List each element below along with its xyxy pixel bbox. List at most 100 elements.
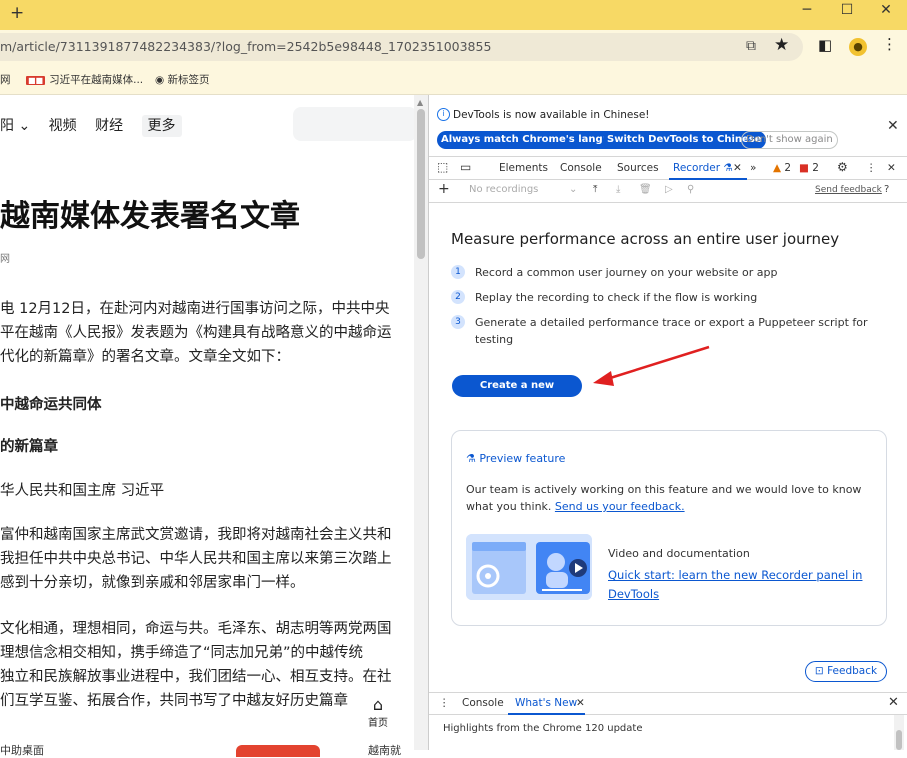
preview-feature-card: ⚗ Preview feature Our team is actively w… bbox=[451, 430, 887, 626]
drawer-tab-console[interactable]: Console bbox=[462, 697, 504, 709]
article-paragraph: 文化相通，理想相同，命运与共。毛泽东、胡志明等两党两国 bbox=[0, 621, 392, 637]
drawer-tab-whats-new[interactable]: What's New bbox=[515, 697, 577, 709]
bookmark-item[interactable]: 网 bbox=[0, 72, 11, 87]
recordings-select[interactable]: No recordings bbox=[469, 184, 538, 195]
browser-toolbar: m/article/7311391877482234383/?log_from=… bbox=[0, 30, 907, 63]
create-recording-button[interactable]: Create a new recording bbox=[452, 375, 582, 413]
feedback-button[interactable]: ⊡ Feedback bbox=[805, 661, 887, 682]
tab-console[interactable]: Console bbox=[560, 162, 602, 174]
performance-icon[interactable]: ⚲ bbox=[687, 184, 694, 195]
bookmarks-bar: 网 ■■ 习近平在越南媒体... ◉ 新标签页 bbox=[0, 63, 907, 95]
warning-count: 2 bbox=[784, 162, 792, 174]
site-nav: 阳 ⌄ 视频 财经 更多 bbox=[0, 115, 196, 137]
bottom-left-text[interactable]: 中助桌面 bbox=[0, 744, 44, 757]
close-infobar-icon[interactable]: ✕ bbox=[887, 118, 899, 134]
infobar-text: DevTools is now available in Chinese! bbox=[453, 109, 650, 121]
errors-counter[interactable]: ■ 2 bbox=[799, 162, 819, 174]
drawer-scrollbar[interactable] bbox=[894, 715, 904, 750]
address-bar[interactable]: m/article/7311391877482234383/?log_from=… bbox=[0, 33, 803, 61]
import-icon[interactable]: ⤒ bbox=[593, 184, 597, 195]
nav-more[interactable]: 更多 bbox=[141, 115, 182, 137]
whats-new-highlights: Highlights from the Chrome 120 update bbox=[443, 723, 643, 734]
close-devtools-icon[interactable]: ✕ bbox=[887, 162, 896, 174]
site-favicon-icon: ■■ bbox=[26, 76, 46, 85]
bookmark-label: 新标签页 bbox=[167, 74, 210, 86]
language-infobar: i DevTools is now available in Chinese! … bbox=[429, 95, 907, 155]
page-bottom-bar: 中助桌面 越南就 bbox=[0, 742, 401, 758]
new-tab-button[interactable]: + bbox=[10, 3, 24, 23]
feedback-label: Feedback bbox=[827, 665, 878, 677]
device-toolbar-icon[interactable]: ▭ bbox=[460, 160, 471, 174]
bookmark-star-icon[interactable]: ★ bbox=[774, 35, 789, 55]
drawer-active-indicator bbox=[508, 713, 585, 715]
article-paragraph: 理想信念相交相知，携手缔造了“同志加兄弟”的中越传统 bbox=[0, 645, 364, 661]
profile-avatar-icon[interactable]: ● bbox=[849, 38, 867, 56]
dont-show-again-button[interactable]: Don't show again bbox=[741, 131, 838, 149]
article-author: 华人民共和国主席 习近平 bbox=[0, 483, 165, 499]
quick-start-link[interactable]: Quick start: learn the new Recorder pane… bbox=[608, 566, 878, 604]
warnings-counter[interactable]: ▲ 2 bbox=[773, 162, 791, 174]
reading-mode-icon[interactable]: ◧ bbox=[818, 36, 832, 54]
web-page: 阳 ⌄ 视频 财经 更多 越南媒体发表署名文章 网 电 12月12日，在赴河内对… bbox=[0, 95, 428, 750]
delete-icon[interactable]: 🗑 bbox=[639, 184, 652, 195]
preview-description: Our team is actively working on this fea… bbox=[466, 481, 876, 515]
maximize-button[interactable]: ☐ bbox=[827, 2, 867, 18]
article-paragraph: 感到十分亲切，就像到亲戚和邻居家串门一样。 bbox=[0, 575, 305, 591]
devtools-menu-icon[interactable]: ⋮ bbox=[866, 162, 877, 174]
video-doc-title: Video and documentation bbox=[608, 547, 750, 560]
scroll-up-icon[interactable]: ▲ bbox=[417, 98, 423, 107]
more-tabs-button[interactable]: » bbox=[750, 162, 756, 174]
preview-feature-label: Preview feature bbox=[479, 452, 566, 465]
settings-gear-icon[interactable]: ⚙ bbox=[837, 160, 848, 174]
bookmark-label: 习近平在越南媒体... bbox=[49, 74, 144, 86]
error-count: 2 bbox=[812, 162, 819, 174]
article-paragraph: 我担任中共中央总书记、中华人民共和国主席以来第三次踏上 bbox=[0, 551, 392, 567]
article-headline: 越南媒体发表署名文章 bbox=[0, 199, 300, 234]
site-search-input[interactable] bbox=[293, 107, 417, 141]
page-scrollbar[interactable]: ▲ bbox=[414, 95, 428, 750]
close-drawer-icon[interactable]: ✕ bbox=[888, 695, 899, 710]
bookmark-item[interactable]: ■■ 习近平在越南媒体... bbox=[26, 72, 143, 87]
nav-item[interactable]: 视频 bbox=[49, 118, 77, 134]
article-source: 网 bbox=[0, 254, 10, 265]
close-window-button[interactable]: ✕ bbox=[866, 2, 906, 18]
add-recording-icon[interactable]: + bbox=[438, 181, 450, 197]
devtools-tabbar: ⬚ ▭ Elements Console Sources Recorder ⚗ … bbox=[429, 156, 907, 180]
article-paragraph: 们互学互鉴、拓展合作，共同书写了中越友好历史篇章 bbox=[0, 693, 348, 709]
tab-recorder[interactable]: Recorder ⚗ bbox=[673, 162, 733, 174]
chevron-down-icon[interactable]: ⌄ bbox=[569, 184, 577, 195]
home-float-button[interactable]: ⌂ 首页 bbox=[358, 695, 398, 735]
url-text: m/article/7311391877482234383/?log_from=… bbox=[0, 39, 492, 54]
tab-sources[interactable]: Sources bbox=[617, 162, 659, 174]
replay-icon[interactable]: ▷ bbox=[665, 184, 673, 195]
inspect-element-icon[interactable]: ⬚ bbox=[437, 160, 448, 174]
info-icon: i bbox=[437, 108, 450, 121]
nav-item[interactable]: 阳 ⌄ bbox=[0, 118, 30, 134]
drawer-scroll-thumb[interactable] bbox=[896, 730, 902, 750]
drawer-menu-icon[interactable]: ⋮ bbox=[439, 697, 450, 709]
close-recorder-tab-icon[interactable]: ✕ bbox=[733, 162, 742, 174]
menu-kebab-icon[interactable]: ⋮ bbox=[882, 35, 897, 53]
tab-elements[interactable]: Elements bbox=[499, 162, 548, 174]
export-icon[interactable]: ⤓ bbox=[616, 184, 620, 195]
send-feedback-link[interactable]: Send us your feedback. bbox=[555, 500, 685, 513]
bookmark-item[interactable]: ◉ 新标签页 bbox=[155, 72, 210, 87]
recorder-title: Measure performance across an entire use… bbox=[451, 230, 840, 248]
cast-icon[interactable]: ⧉ bbox=[746, 38, 756, 54]
flask-icon: ⚗ bbox=[466, 452, 480, 465]
step-text: Record a common user journey on your web… bbox=[475, 266, 778, 279]
send-feedback-link[interactable]: Send feedback bbox=[815, 185, 882, 195]
recorder-step: 1 Record a common user journey on your we… bbox=[451, 264, 875, 281]
video-thumbnail[interactable] bbox=[466, 534, 592, 600]
step-text: Replay the recording to check if the flo… bbox=[475, 291, 758, 304]
warning-icon: ▲ bbox=[773, 162, 782, 174]
error-icon: ■ bbox=[799, 162, 809, 174]
minimize-button[interactable]: ─ bbox=[787, 2, 827, 18]
red-action-button[interactable] bbox=[236, 745, 320, 757]
article-paragraph: 平在越南《人民报》发表题为《构建具有战略意义的中越命运 bbox=[0, 325, 392, 341]
nav-item[interactable]: 财经 bbox=[95, 118, 123, 134]
article-subheading: 中越命运共同体 bbox=[0, 397, 102, 413]
close-whats-new-icon[interactable]: ✕ bbox=[576, 697, 585, 709]
help-icon[interactable]: ? bbox=[884, 184, 889, 195]
scroll-thumb[interactable] bbox=[417, 109, 425, 259]
